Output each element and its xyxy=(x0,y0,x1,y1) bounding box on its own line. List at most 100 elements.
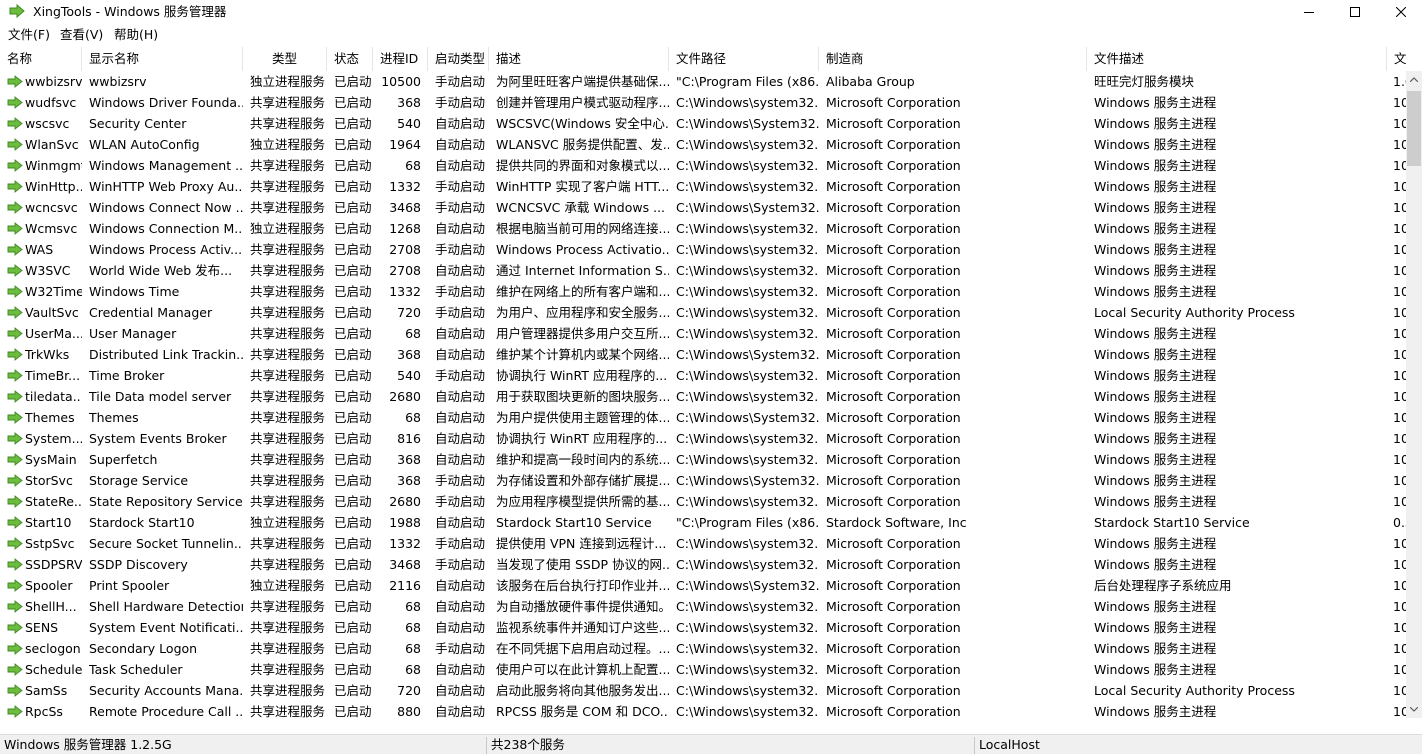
table-row[interactable]: Winmgmt Windows Management ... 共享进程服务 已启动 68… xyxy=(0,155,1406,176)
table-row[interactable]: SysMain Superfetch 共享进程服务 已启动 368 自动启动 维护和提高一段… xyxy=(0,449,1406,470)
cell-file-path: C:\Windows\System32... xyxy=(676,578,819,593)
cell-status: 已启动 xyxy=(334,284,372,299)
table-row[interactable]: StorSvc Storage Service 共享进程服务 已启动 368 手动启动 为存… xyxy=(0,470,1406,491)
cell-type: 共享进程服务 xyxy=(250,452,326,467)
table-row[interactable]: SSDPSRV SSDP Discovery 共享进程服务 已启动 3468 手动启动 当发… xyxy=(0,554,1406,575)
scroll-up-button[interactable] xyxy=(1406,71,1422,88)
col-header-start-type[interactable]: 启动类型 xyxy=(428,47,489,71)
cell-start-type: 手动启动 xyxy=(435,368,486,383)
table-row[interactable]: ShellH... Shell Hardware Detection 共享进程服务已… xyxy=(0,596,1406,617)
table-row[interactable]: RpcSs Remote Procedure Call ... 共享进程服务 已启动 8… xyxy=(0,701,1406,718)
table-row[interactable]: seclogon Secondary Logon 共享进程服务 已启动 68 手动启动 在不… xyxy=(0,638,1406,659)
table-row[interactable]: wcncsvc Windows Connect Now ... 共享进程服务 已启动 3… xyxy=(0,197,1406,218)
menu-view[interactable]: 查看(V) xyxy=(60,27,103,43)
cell-file-description: Windows 服务主进程 xyxy=(1094,536,1217,551)
table-row[interactable]: tiledata... Tile Data model server 共享进程服务已… xyxy=(0,386,1406,407)
cell-description: RPCSS 服务是 COM 和 DCO... xyxy=(496,704,669,718)
table-row[interactable]: VaultSvc Credential Manager 共享进程服务 已启动 720 手动… xyxy=(0,302,1406,323)
table-row[interactable]: Themes Themes 共享进程服务 已启动 68 自动启动 为用户提供使用主题管理的体… xyxy=(0,407,1406,428)
col-header-manufacturer[interactable]: 制造商 xyxy=(819,47,1087,71)
cell-status: 已启动 xyxy=(334,452,372,467)
cell-description: 协调执行 WinRT 应用程序的... xyxy=(496,368,668,383)
table-row[interactable]: UserMa... User Manager 共享进程服务 已启动 68 自动启动 用户管理… xyxy=(0,323,1406,344)
cell-name: SysMain xyxy=(25,452,77,467)
table-row[interactable]: System... System Events Broker 共享进程服务 已启动 81… xyxy=(0,428,1406,449)
col-header-status[interactable]: 状态 xyxy=(327,47,373,71)
cell-file-path: C:\Windows\System32... xyxy=(676,410,819,425)
cell-manufacturer: Microsoft Corporation xyxy=(826,221,961,236)
table-row[interactable]: Spooler Print Spooler 独立进程服务 已启动 2116 自动启动 该服务… xyxy=(0,575,1406,596)
cell-pid: 2680 xyxy=(389,494,421,509)
col-header-file-description[interactable]: 文件描述 xyxy=(1087,47,1387,71)
cell-pid: 1964 xyxy=(389,137,421,152)
cell-display-name: SSDP Discovery xyxy=(89,557,188,572)
cell-pid: 1332 xyxy=(389,284,421,299)
cell-status: 已启动 xyxy=(334,683,372,698)
cell-start-type: 自动启动 xyxy=(435,452,486,467)
cell-file-version: 10 xyxy=(1393,368,1406,383)
cell-name: SamSs xyxy=(25,683,68,698)
close-button[interactable] xyxy=(1378,0,1422,24)
scroll-thumb[interactable] xyxy=(1407,91,1421,166)
cell-type: 独立进程服务 xyxy=(250,221,326,236)
vertical-scrollbar[interactable] xyxy=(1406,71,1422,718)
cell-manufacturer: Microsoft Corporation xyxy=(826,347,961,362)
table-row[interactable]: W32Time Windows Time 共享进程服务 已启动 1332 手动启动 维护在网… xyxy=(0,281,1406,302)
col-header-type[interactable]: 类型 xyxy=(243,47,327,71)
col-header-pid[interactable]: 进程ID xyxy=(373,47,428,71)
cell-display-name: Windows Connection M... xyxy=(89,221,243,236)
table-row[interactable]: Start10 Stardock Start10 独立进程服务 已启动 1988 自动启动… xyxy=(0,512,1406,533)
table-row[interactable]: wscsvc Security Center 共享进程服务 已启动 540 自动启动 WSC… xyxy=(0,113,1406,134)
cell-description: 维护某个计算机内或某个网络... xyxy=(496,347,669,362)
col-header-file-version[interactable]: 文 xyxy=(1387,47,1406,71)
table-row[interactable]: WAS Windows Process Activ... 共享进程服务 已启动 2708… xyxy=(0,239,1406,260)
cell-manufacturer: Microsoft Corporation xyxy=(826,116,961,131)
cell-manufacturer: Microsoft Corporation xyxy=(826,494,961,509)
table-row[interactable]: W3SVC World Wide Web 发布... 共享进程服务 已启动 2708 自动… xyxy=(0,260,1406,281)
menu-file[interactable]: 文件(F) xyxy=(8,27,50,43)
table-row[interactable]: StateRe... State Repository Service 共享进程服务… xyxy=(0,491,1406,512)
cell-status: 已启动 xyxy=(334,599,372,614)
cell-type: 共享进程服务 xyxy=(250,389,326,404)
cell-pid: 816 xyxy=(397,431,421,446)
services-list[interactable]: 名称 显示名称 类型 状态 进程ID 启动类型 描述 文件路径 制造商 文件描述… xyxy=(0,47,1422,718)
cell-name: Spooler xyxy=(25,578,73,593)
maximize-button[interactable] xyxy=(1332,0,1378,24)
table-row[interactable]: TimeBr... Time Broker 共享进程服务 已启动 540 手动启动 协调执行… xyxy=(0,365,1406,386)
col-header-name[interactable]: 名称 xyxy=(0,47,82,71)
table-row[interactable]: WinHttp... WinHTTP Web Proxy Au... 共享进程服务已… xyxy=(0,176,1406,197)
cell-status: 已启动 xyxy=(334,242,372,257)
col-header-description[interactable]: 描述 xyxy=(489,47,669,71)
col-header-file-path[interactable]: 文件路径 xyxy=(669,47,819,71)
table-row[interactable]: SENS System Event Notificati... 共享进程服务 已启动 6… xyxy=(0,617,1406,638)
table-row[interactable]: WlanSvc WLAN AutoConfig 独立进程服务 已启动 1964 自动启动 W… xyxy=(0,134,1406,155)
cell-description: 用于获取图块更新的图块服务... xyxy=(496,389,669,404)
cell-file-path: C:\Windows\system32... xyxy=(676,431,819,446)
cell-name: Schedule xyxy=(25,662,82,677)
table-row[interactable]: wudfsvc Windows Driver Founda... 共享进程服务 已启动… xyxy=(0,92,1406,113)
cell-name: Start10 xyxy=(25,515,72,530)
table-row[interactable]: wwbizsrv wwbizsrv 独立进程服务 已启动 10500 手动启动 为阿里旺旺客… xyxy=(0,71,1406,92)
cell-file-path: "C:\Program Files (x86... xyxy=(676,74,819,89)
table-row[interactable]: Schedule Task Scheduler 共享进程服务 已启动 68 自动启动 使用户… xyxy=(0,659,1406,680)
cell-pid: 68 xyxy=(405,158,421,173)
cell-type: 共享进程服务 xyxy=(250,368,326,383)
cell-file-version: 10 xyxy=(1393,137,1406,152)
menu-help[interactable]: 帮助(H) xyxy=(114,27,158,43)
table-row[interactable]: Wcmsvc Windows Connection M... 独立进程服务 已启动 12… xyxy=(0,218,1406,239)
table-row[interactable]: SamSs Security Accounts Mana... 共享进程服务 已启动 7… xyxy=(0,680,1406,701)
cell-description: 根据电脑当前可用的网络连接... xyxy=(496,221,669,236)
table-row[interactable]: SstpSvc Secure Socket Tunnelin... 共享进程服务 已启… xyxy=(0,533,1406,554)
cell-file-version: 1.0 xyxy=(1393,74,1406,89)
cell-pid: 540 xyxy=(397,368,421,383)
table-row[interactable]: TrkWks Distributed Link Trackin... 共享进程服务已… xyxy=(0,344,1406,365)
cell-file-version: 10 xyxy=(1393,242,1406,257)
cell-name: System... xyxy=(25,431,82,446)
cell-manufacturer: Microsoft Corporation xyxy=(826,536,961,551)
cell-file-version: 10 xyxy=(1393,284,1406,299)
scroll-down-button[interactable] xyxy=(1406,701,1422,718)
minimize-button[interactable] xyxy=(1286,0,1332,24)
cell-manufacturer: Microsoft Corporation xyxy=(826,473,961,488)
cell-manufacturer: Microsoft Corporation xyxy=(826,326,961,341)
col-header-display-name[interactable]: 显示名称 xyxy=(82,47,243,71)
